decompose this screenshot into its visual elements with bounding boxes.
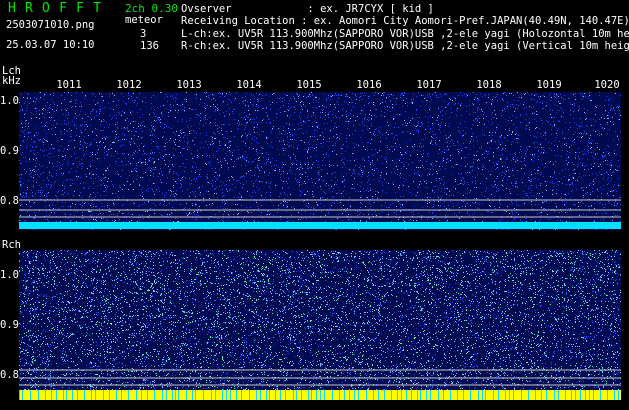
lch-ytick: 0.9 <box>0 145 19 157</box>
lch-receiver-info: L-ch:ex. UV5R 113.900Mhz(SAPPORO VOR)USB… <box>181 28 629 40</box>
meteor-label: meteor <box>125 14 163 26</box>
time-tick: 1016 <box>356 79 382 91</box>
time-tick: 1014 <box>236 79 262 91</box>
lch-ytick: 0.8 <box>0 195 19 207</box>
time-tick: 1020 <box>594 79 620 91</box>
lch-waterfall <box>19 92 621 230</box>
version-label: 2ch 0.30 <box>125 2 178 15</box>
observer-info: Ovserver : ex. JR7CYX [ kid ] <box>181 3 434 15</box>
meteor-count-rch: 136 <box>140 40 159 52</box>
time-tick: 1011 <box>56 79 82 91</box>
app-title: HROFFT <box>8 1 111 16</box>
rch-label: Rch <box>2 239 21 251</box>
frequency-unit-label: kHz <box>2 75 21 87</box>
image-filename: 2503071010.png <box>6 19 95 31</box>
rch-receiver-info: R-ch:ex. UV5R 113.900Mhz(SAPPORO VOR)USB… <box>181 40 629 52</box>
rch-ytick: 0.9 <box>0 319 19 331</box>
location-info: Receiving Location : ex. Aomori City Aom… <box>181 15 629 27</box>
time-tick: 1018 <box>476 79 502 91</box>
carrier-band <box>19 222 621 229</box>
rch-waterfall <box>19 250 621 400</box>
time-tick: 1017 <box>416 79 442 91</box>
rch-ytick: 0.8 <box>0 369 19 381</box>
time-tick: 1013 <box>176 79 202 91</box>
lch-ytick: 1.0 <box>0 95 19 107</box>
time-tick: 1015 <box>296 79 322 91</box>
rch-ytick: 1.0 <box>0 269 19 281</box>
time-tick: 1019 <box>536 79 562 91</box>
meteor-count-lch: 3 <box>140 28 147 40</box>
time-tick: 1012 <box>116 79 142 91</box>
timestamp: 25.03.07 10:10 <box>6 39 95 51</box>
